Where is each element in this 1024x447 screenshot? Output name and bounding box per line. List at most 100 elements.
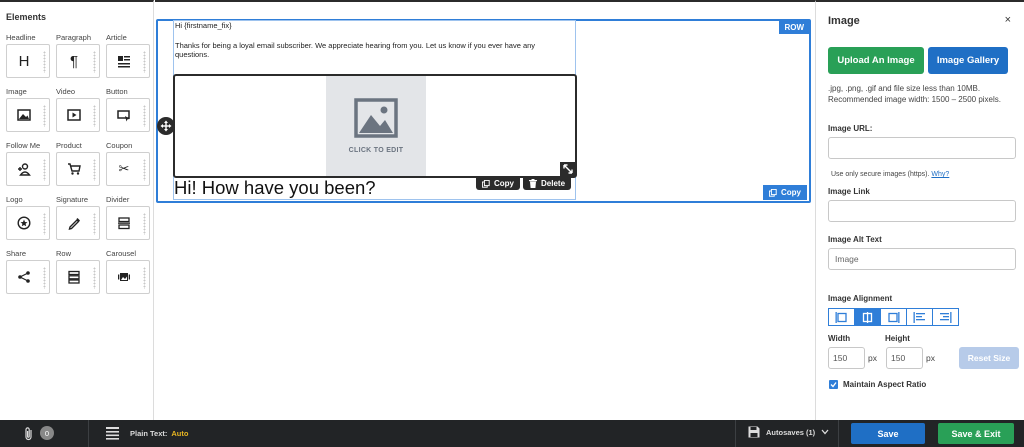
width-label: Width xyxy=(828,334,851,343)
width-input[interactable]: 150 xyxy=(828,347,865,369)
element-signature[interactable]: Signature xyxy=(56,194,100,240)
element-video[interactable]: Video xyxy=(56,86,100,132)
element-headline[interactable]: Headline H xyxy=(6,32,50,78)
element-row[interactable]: Row xyxy=(56,248,100,294)
attachments-count: 0 xyxy=(40,426,54,440)
image-icon xyxy=(17,109,31,121)
headline-text[interactable]: Hi! How have you been? xyxy=(174,177,376,199)
aspect-ratio-checkbox[interactable] xyxy=(829,380,838,389)
element-divider[interactable]: Divider xyxy=(106,194,150,240)
greeting-text[interactable]: Hi {firstname_fix} xyxy=(175,21,232,30)
height-unit: px xyxy=(926,353,935,363)
image-link-label: Image Link xyxy=(828,187,870,196)
element-button[interactable]: Button xyxy=(106,86,150,132)
close-icon[interactable]: × xyxy=(1005,14,1011,26)
trash-icon xyxy=(529,179,537,188)
upload-image-button[interactable]: Upload An Image xyxy=(828,47,924,74)
move-handle[interactable] xyxy=(157,117,175,135)
element-paragraph[interactable]: Paragraph ¶ xyxy=(56,32,100,78)
logo-star-icon xyxy=(17,216,31,230)
reset-size-button[interactable]: Reset Size xyxy=(959,347,1019,369)
intro-paragraph[interactable]: Thanks for being a loyal email subscribe… xyxy=(175,41,570,59)
click-to-edit-label: CLICK TO EDIT xyxy=(348,147,404,154)
cart-icon xyxy=(68,163,81,175)
row-badge: ROW xyxy=(779,21,809,34)
save-and-exit-button[interactable]: Save & Exit xyxy=(938,423,1014,444)
width-unit: px xyxy=(868,353,877,363)
alt-text-label: Image Alt Text xyxy=(828,235,882,244)
chevron-down-icon xyxy=(821,429,829,435)
align-center-button[interactable] xyxy=(854,308,881,326)
separator xyxy=(88,420,89,447)
pen-icon xyxy=(68,218,80,230)
follow-me-icon xyxy=(18,163,31,176)
divider-icon xyxy=(118,217,130,230)
aspect-ratio-toggle[interactable]: Maintain Aspect Ratio xyxy=(829,380,926,389)
plain-text-value: Auto xyxy=(171,429,189,438)
check-icon xyxy=(830,382,837,388)
plain-text-icon[interactable] xyxy=(106,426,119,440)
image-block-selected[interactable]: CLICK TO EDIT xyxy=(173,74,577,178)
separator xyxy=(838,420,839,447)
image-url-input[interactable] xyxy=(828,137,1016,159)
wrap-right-button[interactable] xyxy=(932,308,959,326)
element-image[interactable]: Image xyxy=(6,86,50,132)
separator xyxy=(735,420,736,447)
headline-icon: H xyxy=(18,52,30,70)
move-icon xyxy=(160,120,172,132)
element-product[interactable]: Product xyxy=(56,140,100,186)
copy-icon xyxy=(482,179,490,188)
row-icon xyxy=(68,270,80,284)
scissors-icon: ✂ xyxy=(118,161,130,176)
image-url-label: Image URL: xyxy=(828,124,873,133)
image-settings-panel: Image × Upload An Image Image Gallery .j… xyxy=(815,0,1024,420)
share-icon xyxy=(18,271,30,283)
image-placeholder[interactable]: CLICK TO EDIT xyxy=(326,76,426,176)
image-placeholder-icon xyxy=(354,98,398,138)
upload-help-text: .jpg, .png, .gif and file size less than… xyxy=(828,84,1001,104)
elements-title: Elements xyxy=(6,12,47,22)
align-left-icon xyxy=(835,311,847,323)
element-article[interactable]: Article xyxy=(106,32,150,78)
image-copy-button[interactable]: Copy xyxy=(476,177,520,190)
why-link[interactable]: Why? xyxy=(931,171,949,178)
floppy-disk-icon xyxy=(748,426,760,438)
elements-panel: Elements Headline H Paragraph ¶ Article … xyxy=(0,0,154,420)
image-delete-button[interactable]: Delete xyxy=(523,177,572,190)
image-gallery-button[interactable]: Image Gallery xyxy=(928,47,1008,74)
text-align-right-icon xyxy=(940,311,952,323)
carousel-icon xyxy=(118,273,130,281)
image-link-input[interactable] xyxy=(828,200,1016,222)
video-icon xyxy=(67,109,81,121)
paperclip-icon[interactable] xyxy=(24,427,34,441)
align-right-icon xyxy=(888,311,900,323)
resize-handle[interactable] xyxy=(560,162,575,176)
alignment-group xyxy=(828,308,959,326)
align-center-icon xyxy=(862,311,873,323)
autosaves-dropdown[interactable]: Autosaves (1) xyxy=(748,426,829,438)
save-button[interactable]: Save xyxy=(851,423,925,444)
align-left-button[interactable] xyxy=(828,308,855,326)
resize-arrow-icon xyxy=(562,164,573,174)
wrap-left-button[interactable] xyxy=(906,308,933,326)
element-coupon[interactable]: Coupon ✂ xyxy=(106,140,150,186)
paragraph-icon: ¶ xyxy=(69,52,79,70)
image-actions: Copy Delete xyxy=(476,177,572,190)
element-carousel[interactable]: Carousel xyxy=(106,248,150,294)
text-align-left-icon xyxy=(913,311,925,323)
align-right-button[interactable] xyxy=(880,308,907,326)
height-label: Height xyxy=(885,334,910,343)
article-icon xyxy=(118,56,130,68)
alt-text-input[interactable]: Image xyxy=(828,248,1016,270)
secure-note: Use only secure images (https). Why? xyxy=(831,171,950,178)
alignment-label: Image Alignment xyxy=(828,294,893,303)
plain-text-setting[interactable]: Plain Text: Auto xyxy=(130,429,188,438)
copy-icon xyxy=(769,188,777,197)
button-icon xyxy=(117,110,130,122)
row-copy-button[interactable]: Copy xyxy=(763,185,807,200)
element-follow-me[interactable]: Follow Me xyxy=(6,140,50,186)
height-input[interactable]: 150 xyxy=(886,347,923,369)
element-share[interactable]: Share xyxy=(6,248,50,294)
panel-title: Image xyxy=(828,15,860,27)
element-logo[interactable]: Logo xyxy=(6,194,50,240)
